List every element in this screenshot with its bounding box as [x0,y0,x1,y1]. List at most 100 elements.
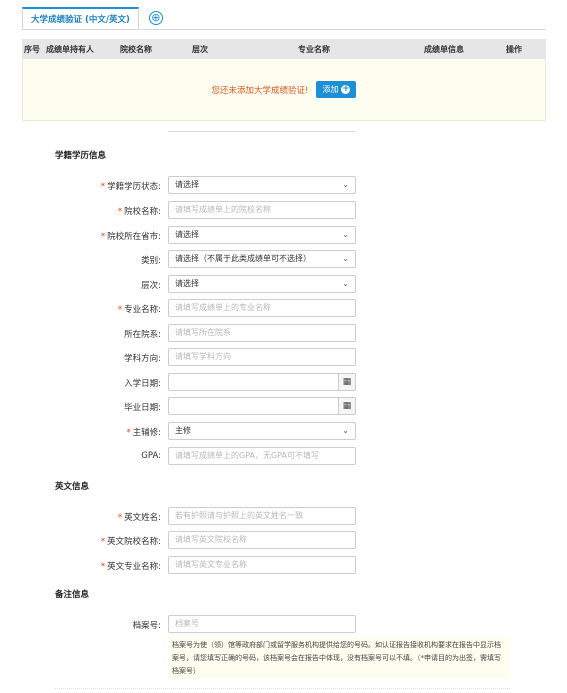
text-field[interactable]: 请填写成绩单上的院校名称 [168,201,356,219]
field-placeholder: 请填写成绩单上的院校名称 [175,205,271,214]
text-field[interactable]: 请填写英文专业名称 [168,556,356,574]
required-marker: * [117,513,123,523]
empty-message: 您还未添加大学成绩验证! [211,85,309,96]
text-field[interactable]: 请填写所在院系 [168,324,356,342]
field-label: 毕业日期: [124,401,161,413]
field-label-text: 英文姓名: [124,513,161,523]
field-label-text: 层次: [141,281,161,291]
divider [55,688,510,689]
required-marker: * [100,562,106,572]
form-row: * 主辅修: 主修 ⌄ [0,422,567,441]
calendar-icon[interactable]: ▦ [338,373,356,391]
form-row: * 专业名称: 请填写成绩单上的专业名称 [0,299,567,318]
transcript-table: 序号 成绩单持有人 院校名称 层次 专业名称 成绩单信息 操作 您还未添加大学成… [22,39,546,121]
select-value: 请选择 [175,180,199,189]
col-actions: 操作 [506,44,522,54]
required-marker: * [100,182,106,192]
form-row: 所在院系: 请填写所在院系 [0,324,567,343]
select-field[interactable]: 请选择（不属于此类成绩单可不选择） ⌄ [168,250,356,268]
add-button[interactable]: 添加 + [316,81,357,98]
field-placeholder: 请填写成绩单上的GPA，无GPA可不填写 [175,451,319,460]
form-row: * 英文专业名称: 请填写英文专业名称 [0,556,567,575]
field-label-text: 主辅修: [132,428,161,438]
section-academic-title: 学籍学历信息 [55,151,107,161]
form-row: * 院校所在省市: 请选择 ⌄ [0,226,567,245]
select-field[interactable]: 请选择 ⌄ [168,176,356,194]
form-row: * 英文院校名称: 请填写英文院校名称 [0,531,567,550]
field-label-text: 学科方向: [124,354,161,364]
field-placeholder: 请填写英文专业名称 [175,560,247,569]
field-label: * 英文院校名称: [101,535,161,547]
col-school: 院校名称 [120,44,152,54]
tab-bar: 大学成绩验证 (中文/英文) ⊕ [22,7,163,30]
archive-number-note: 档案号为使（领）馆等政府部门或留学服务机构提供给您的号码。如认证报告接收机构要求… [168,637,510,679]
date-field[interactable] [168,397,339,415]
add-button-label: 添加 [322,85,339,94]
field-label-text: 档案号: [132,621,161,631]
field-label: * 英文姓名: [118,511,161,523]
text-field[interactable]: 若有护照请与护照上的英文姓名一致 [168,507,356,525]
chevron-down-icon: ⌄ [342,426,349,435]
text-field[interactable]: 请填写成绩单上的GPA，无GPA可不填写 [168,447,356,465]
text-field[interactable]: 请填写学科方向 [168,348,356,366]
form-row: * 学籍学历状态: 请选择 ⌄ [0,176,567,195]
form-row: 毕业日期: ▦ [0,397,567,416]
form-row: 入学日期: ▦ [0,373,567,392]
tab-university-transcript[interactable]: 大学成绩验证 (中文/英文) [22,7,139,30]
field-label: 入学日期: [124,377,161,389]
tab-label: 大学成绩验证 (中文/英文) [31,15,130,25]
field-label-text: 学籍学历状态: [107,182,161,192]
field-label: GPA: [141,451,161,461]
field-placeholder: 若有护照请与护照上的英文姓名一致 [175,511,303,520]
required-marker: * [117,305,123,315]
field-label: * 院校名称: [118,205,161,217]
tab-divider [22,29,546,30]
form-row: 档案号: 档案号 [0,615,567,634]
required-marker: * [100,232,106,242]
text-field[interactable]: 请填写成绩单上的专业名称 [168,299,356,317]
chevron-down-icon: ⌄ [342,230,349,239]
required-marker: * [117,207,123,217]
field-label-text: 毕业日期: [124,403,161,413]
form-row: * 院校名称: 请填写成绩单上的院校名称 [0,201,567,220]
text-field[interactable]: 档案号 [168,615,356,633]
calendar-icon[interactable]: ▦ [338,397,356,415]
plus-circle-icon: + [341,84,351,94]
text-field[interactable]: 请填写英文院校名称 [168,531,356,549]
field-label-text: 英文院校名称: [107,537,161,547]
field-label: 档案号: [133,619,161,631]
select-field[interactable]: 请选择 ⌄ [168,275,356,293]
field-label-text: 类别: [141,256,161,266]
date-field[interactable] [168,373,339,391]
col-holder: 成绩单持有人 [46,44,94,54]
select-field[interactable]: 请选择 ⌄ [168,226,356,244]
select-value: 请选择（不属于此类成绩单可不选择） [175,254,311,263]
form-row: 类别: 请选择（不属于此类成绩单可不选择） ⌄ [0,250,567,269]
add-tab-icon[interactable]: ⊕ [148,11,163,25]
select-value: 请选择 [175,279,199,288]
required-marker: * [126,428,131,438]
field-placeholder: 请填写英文院校名称 [175,535,247,544]
field-label-text: 专业名称: [124,305,161,315]
col-level: 层次 [192,44,208,54]
table-header: 序号 成绩单持有人 院校名称 层次 专业名称 成绩单信息 操作 [22,39,546,59]
section-remarks-title: 备注信息 [55,590,90,600]
select-field[interactable]: 主修 ⌄ [168,422,356,440]
field-label-text: GPA: [141,451,161,461]
field-placeholder: 档案号 [175,619,199,628]
chevron-down-icon: ⌄ [342,279,349,288]
col-transcript-info: 成绩单信息 [424,44,464,54]
field-label-text: 所在院系: [124,330,161,340]
field-placeholder: 请填写成绩单上的专业名称 [175,303,271,312]
field-label: 学科方向: [124,352,161,364]
form-row: 学科方向: 请填写学科方向 [0,348,567,367]
chevron-down-icon: ⌄ [342,180,349,189]
field-label-text: 院校名称: [124,207,161,217]
field-label: * 学籍学历状态: [101,180,161,192]
select-value: 主修 [175,426,191,435]
col-index: 序号 [24,44,40,54]
form-row: * 英文姓名: 若有护照请与护照上的英文姓名一致 [0,507,567,526]
required-marker: * [100,537,106,547]
form-row: 层次: 请选择 ⌄ [0,275,567,294]
field-label: 层次: [141,279,161,291]
